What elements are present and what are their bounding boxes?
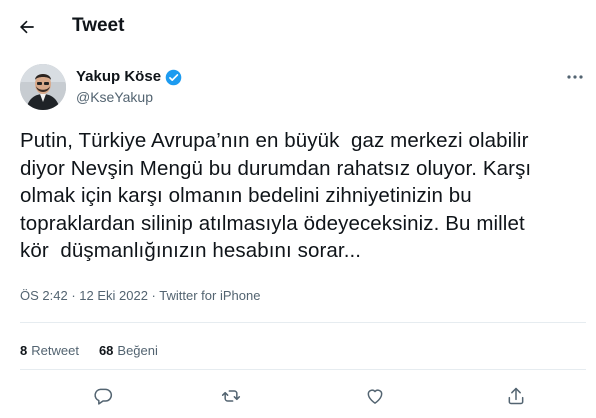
- retweets-label: Retweet: [31, 343, 79, 358]
- meta-separator: ·: [67, 288, 80, 303]
- page-title: Tweet: [72, 15, 125, 36]
- tweet-text-line: kör düşmanlığınızın hesabını sorar...: [20, 239, 362, 263]
- author-handle[interactable]: @KseYakup: [76, 88, 153, 106]
- divider: [20, 369, 586, 370]
- reply-icon[interactable]: [90, 383, 116, 409]
- more-icon[interactable]: [563, 67, 587, 87]
- tweet-source[interactable]: Twitter for iPhone: [159, 288, 260, 303]
- retweet-icon[interactable]: [218, 383, 244, 409]
- tweet-text-line: Putin, Türkiye Avrupa’nın en büyük gaz m…: [20, 129, 529, 152]
- verified-badge-icon: [165, 69, 182, 86]
- likes-count: 68: [98, 343, 114, 358]
- tweet-text-line: topraklardan silinip atılmasıyla ödeyece…: [20, 211, 525, 235]
- tweet-date[interactable]: 12 Eki 2022: [79, 288, 148, 303]
- likes-stat[interactable]: 68 Beğeni: [99, 343, 158, 359]
- retweets-stat[interactable]: 8 Retweet: [20, 343, 79, 359]
- retweets-count: 8: [20, 343, 28, 358]
- back-arrow-icon[interactable]: [14, 14, 40, 40]
- likes-label: Beğeni: [117, 343, 158, 358]
- share-icon[interactable]: [503, 383, 529, 409]
- tweet-text: Putin, Türkiye Avrupa’nın en büyük gaz m…: [20, 127, 580, 265]
- author-name-row: Yakup Köse: [76, 67, 182, 87]
- author-name[interactable]: Yakup Köse: [76, 67, 161, 87]
- header-bar: Tweet: [0, 0, 596, 52]
- divider: [20, 322, 586, 323]
- tweet-text-line: diyor Nevşin Mengü bu durumdan rahatsız …: [20, 156, 532, 180]
- tweet-time[interactable]: ÖS 2:42: [20, 288, 68, 303]
- tweet-text-line: olmak için karşı olmanın bedelini zihniy…: [20, 184, 472, 208]
- avatar[interactable]: [20, 64, 66, 110]
- like-icon[interactable]: [362, 383, 388, 409]
- tweet-meta: ÖS 2:42 · 12 Eki 2022 · Twitter for iPho…: [20, 288, 260, 304]
- meta-separator: ·: [147, 288, 160, 303]
- engagement-stats: 8 Retweet 68 Beğeni: [20, 343, 158, 359]
